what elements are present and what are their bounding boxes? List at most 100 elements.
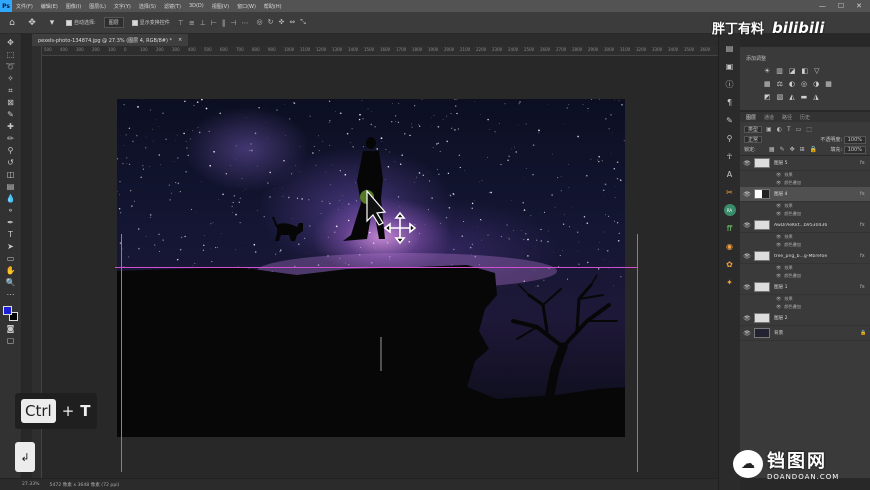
blur-tool-icon[interactable]: 💧: [4, 194, 18, 204]
lock-paint-icon[interactable]: ✎: [780, 146, 785, 153]
layer-name[interactable]: 背景: [774, 330, 850, 336]
layer-thumbnail[interactable]: [754, 220, 770, 230]
threshold-icon[interactable]: ◭: [789, 93, 794, 101]
zoom-tool-icon[interactable]: 🔍: [4, 278, 18, 288]
levels-icon[interactable]: ▥: [776, 67, 783, 75]
tab-channels[interactable]: 通道: [764, 114, 774, 121]
effect-eye-icon[interactable]: 👁: [776, 234, 781, 240]
chevron-down-icon[interactable]: ▾: [46, 17, 58, 29]
path-select-icon[interactable]: ➤: [4, 242, 18, 252]
layer-effect-row[interactable]: 👁 效果: [740, 202, 870, 210]
hue-saturation-icon[interactable]: ▦: [764, 80, 771, 88]
effect-eye-icon[interactable]: 👁: [776, 242, 781, 248]
selective-color-icon[interactable]: ◮: [813, 93, 818, 101]
auto-select-checkbox[interactable]: 自动选择:: [66, 19, 96, 26]
home-icon[interactable]: ⌂: [6, 17, 18, 29]
brush-panel-icon[interactable]: ✎: [724, 114, 736, 126]
layer-row[interactable]: 👁 图层 5 fx: [740, 156, 870, 171]
effect-eye-icon[interactable]: 👁: [776, 172, 781, 178]
visibility-eye-icon[interactable]: 👁: [740, 222, 754, 229]
layer-effect-row[interactable]: 👁 颜色叠加: [740, 210, 870, 218]
scale-3d-icon[interactable]: ⤡: [300, 18, 306, 27]
layer-effect-row[interactable]: 👁 颜色叠加: [740, 241, 870, 249]
ruler-horizontal[interactable]: 500 400 300 200 100 0 100 200 300 400 500 600 700 800…: [42, 46, 718, 56]
orbit-3d-icon[interactable]: ◎: [257, 18, 263, 27]
effect-eye-icon[interactable]: 👁: [776, 203, 781, 209]
align-bottom-icon[interactable]: ⊥: [200, 19, 206, 27]
plugin-flower-icon[interactable]: ✿: [724, 258, 736, 270]
effect-eye-icon[interactable]: 👁: [776, 211, 781, 217]
history-brush-icon[interactable]: ↺: [4, 158, 18, 168]
clone-source-icon[interactable]: ⚲: [724, 132, 736, 144]
visibility-eye-icon[interactable]: 👁: [740, 160, 754, 167]
layer-thumbnail[interactable]: [754, 158, 770, 168]
crop-tool-icon[interactable]: ⌗: [4, 86, 18, 96]
slide-3d-icon[interactable]: ⇔: [289, 18, 295, 27]
menu-edit[interactable]: 编辑(E): [37, 3, 62, 10]
move-tool-icon[interactable]: ✥: [26, 17, 38, 29]
plugin-ra-icon[interactable]: RA: [723, 204, 736, 216]
color-balance-icon[interactable]: ⚖: [777, 80, 783, 88]
layer-row[interactable]: 👁 图层 1 fx: [740, 280, 870, 295]
plugin-tools-icon[interactable]: ✂: [724, 186, 736, 198]
layer-effect-row[interactable]: 👁 颜色叠加: [740, 272, 870, 280]
history-panel-icon[interactable]: ▤: [724, 42, 736, 54]
plugin-ff-icon[interactable]: ff: [724, 222, 736, 234]
menu-3d[interactable]: 3D(D): [185, 3, 208, 9]
menu-help[interactable]: 帮助(H): [260, 3, 286, 10]
effect-eye-icon[interactable]: 👁: [776, 273, 781, 279]
align-right-icon[interactable]: ⊣: [230, 19, 236, 27]
healing-brush-icon[interactable]: ✚: [4, 122, 18, 132]
menu-select[interactable]: 选择(S): [135, 3, 160, 10]
invert-icon[interactable]: ◩: [764, 93, 771, 101]
channel-mixer-icon[interactable]: ◑: [813, 80, 819, 88]
tab-history[interactable]: 历史: [800, 114, 810, 121]
marquee-tool-icon[interactable]: ⬚: [4, 50, 18, 60]
gradient-map-icon[interactable]: ▬: [801, 93, 808, 101]
exposure-icon[interactable]: ◧: [802, 67, 809, 75]
plugin-star-icon[interactable]: ✦: [724, 276, 736, 288]
blend-mode-dropdown[interactable]: 正常: [744, 136, 763, 143]
visibility-eye-icon[interactable]: 👁: [740, 330, 754, 337]
close-tab-icon[interactable]: ×: [178, 37, 182, 43]
minimize-button[interactable]: —: [819, 2, 826, 10]
layer-effect-row[interactable]: 👁 颜色叠加: [740, 179, 870, 187]
effect-eye-icon[interactable]: 👁: [776, 296, 781, 302]
layer-filter-kind[interactable]: 类型: [744, 126, 763, 133]
layer-name[interactable]: AwDrAeKkt...b9530436: [774, 223, 860, 228]
maximize-button[interactable]: ☐: [838, 2, 844, 10]
document-tab[interactable]: pexels-photo-134874.jpg @ 27.3% (图层 4, R…: [32, 34, 189, 46]
document-info[interactable]: 5472 像素 x 3648 像素 (72 ppi): [50, 482, 120, 488]
menu-window[interactable]: 窗口(W): [233, 3, 260, 10]
vibrance-icon[interactable]: ▽: [814, 67, 819, 75]
effect-eye-icon[interactable]: 👁: [776, 304, 781, 310]
visibility-eye-icon[interactable]: 👁: [740, 315, 754, 322]
filter-pixel-icon[interactable]: ▣: [766, 126, 772, 133]
layer-name[interactable]: 图层 2: [774, 315, 860, 321]
effect-eye-icon[interactable]: 👁: [776, 265, 781, 271]
plugin-circle-icon[interactable]: ◉: [724, 240, 736, 252]
opacity-value[interactable]: 100%: [843, 136, 866, 144]
curves-icon[interactable]: ◪: [789, 67, 796, 75]
layer-thumbnail[interactable]: [754, 328, 770, 338]
canvas-area[interactable]: [42, 56, 718, 478]
effect-eye-icon[interactable]: 👁: [776, 180, 781, 186]
checkbox-box[interactable]: [131, 19, 138, 26]
layer-effect-row[interactable]: 👁 效果: [740, 295, 870, 303]
drag-3d-icon[interactable]: ✜: [279, 18, 285, 27]
eraser-icon[interactable]: ◫: [4, 170, 18, 180]
layer-row[interactable]: 👁 背景 🔒: [740, 326, 870, 341]
magic-wand-icon[interactable]: ✧: [4, 74, 18, 84]
opacity-control[interactable]: 不透明度: 100%: [820, 136, 866, 144]
brush-tool-icon[interactable]: ✏: [4, 134, 18, 144]
show-transform-checkbox[interactable]: 显示变换控件: [131, 19, 170, 26]
layer-row[interactable]: 👁 图层 4 fx: [740, 187, 870, 202]
menu-layer[interactable]: 图层(L): [85, 3, 110, 10]
layer-row[interactable]: 👁 AwDrAeKkt...b9530436 fx: [740, 218, 870, 233]
align-middle-icon[interactable]: ≡: [189, 19, 195, 27]
align-top-icon[interactable]: ⊤: [178, 19, 184, 27]
hand-tool-icon[interactable]: ✋: [4, 266, 18, 276]
color-lookup-icon[interactable]: ▦: [825, 80, 832, 88]
guide-vertical-right[interactable]: [637, 234, 638, 472]
zoom-level[interactable]: 27.33%: [22, 482, 40, 487]
